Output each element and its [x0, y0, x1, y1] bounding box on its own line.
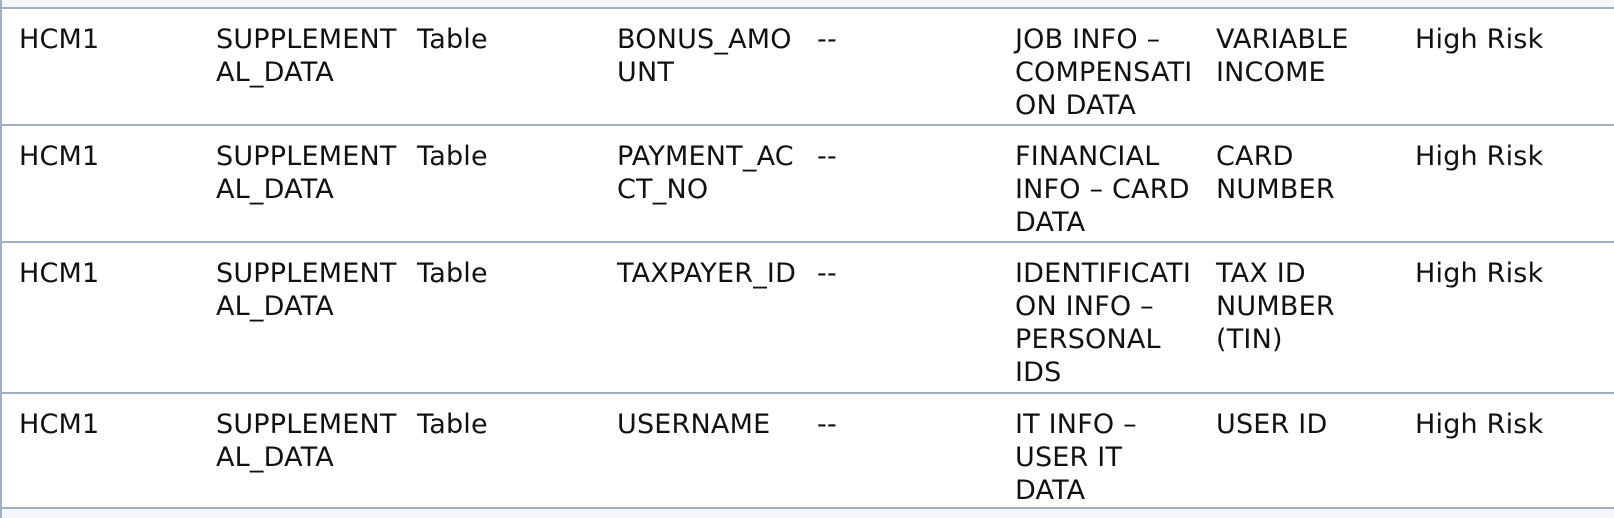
data-table: HCM1 SUPPLEMENT AL_DATA Table BONUS_AMO …: [0, 0, 1614, 518]
extra-cell: --: [817, 141, 837, 172]
subcategory-cell: VARIABLE INCOME: [1216, 24, 1349, 88]
table-row[interactable]: HCM1 SUPPLEMENT AL_DATA Table USERNAME -…: [2, 394, 1614, 509]
object-cell: SUPPLEMENT AL_DATA: [216, 24, 397, 88]
object-cell: SUPPLEMENT AL_DATA: [216, 258, 397, 322]
object-type-cell: Table: [417, 258, 488, 289]
system-cell: HCM1: [19, 24, 100, 55]
object-type-cell: Table: [417, 24, 488, 55]
extra-cell: --: [817, 24, 837, 55]
risk-cell: High Risk: [1415, 24, 1544, 55]
table-top-border: [2, 0, 1614, 9]
column-cell: TAXPAYER_ID: [617, 258, 797, 289]
risk-cell: High Risk: [1415, 141, 1544, 172]
risk-cell: High Risk: [1415, 409, 1544, 440]
risk-cell: High Risk: [1415, 258, 1544, 289]
category-cell: JOB INFO – COMPENSATI ON DATA: [1015, 24, 1193, 121]
extra-cell: --: [817, 409, 837, 440]
table-row[interactable]: HCM1 SUPPLEMENT AL_DATA Table BONUS_AMO …: [2, 9, 1614, 126]
table-bottom-fill: [2, 509, 1614, 518]
system-cell: HCM1: [19, 141, 100, 172]
subcategory-cell: TAX ID NUMBER (TIN): [1216, 258, 1335, 355]
category-cell: FINANCIAL INFO – CARD DATA: [1015, 141, 1190, 238]
subcategory-cell: CARD NUMBER: [1216, 141, 1335, 205]
system-cell: HCM1: [19, 258, 100, 289]
table-row[interactable]: HCM1 SUPPLEMENT AL_DATA Table TAXPAYER_I…: [2, 243, 1614, 394]
object-type-cell: Table: [417, 409, 488, 440]
table-row[interactable]: HCM1 SUPPLEMENT AL_DATA Table PAYMENT_AC…: [2, 126, 1614, 243]
column-cell: BONUS_AMO UNT: [617, 24, 792, 88]
column-cell: USERNAME: [617, 409, 771, 440]
extra-cell: --: [817, 258, 837, 289]
object-cell: SUPPLEMENT AL_DATA: [216, 409, 397, 473]
subcategory-cell: USER ID: [1216, 409, 1328, 440]
system-cell: HCM1: [19, 409, 100, 440]
column-cell: PAYMENT_AC CT_NO: [617, 141, 794, 205]
object-type-cell: Table: [417, 141, 488, 172]
category-cell: IDENTIFICATI ON INFO – PERSONAL IDS: [1015, 258, 1192, 388]
object-cell: SUPPLEMENT AL_DATA: [216, 141, 397, 205]
category-cell: IT INFO – USER IT DATA: [1015, 409, 1137, 506]
